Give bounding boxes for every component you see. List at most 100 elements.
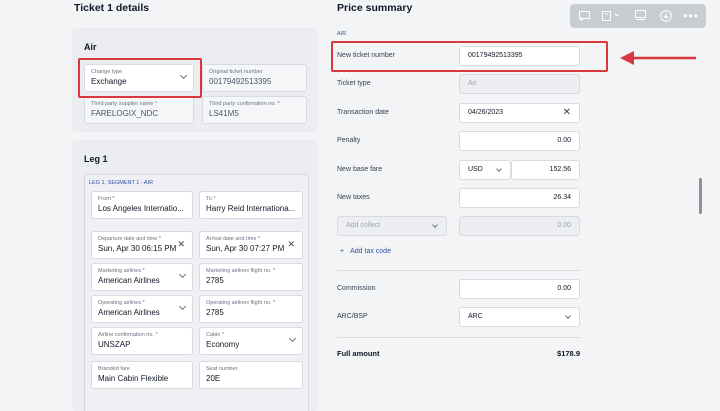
chevron-down-icon	[565, 313, 571, 319]
seat-number-value: 20E	[206, 374, 221, 383]
to-value: Harry Reid Internationa...	[206, 204, 296, 213]
divider	[337, 337, 580, 338]
to-label: To *	[206, 196, 216, 202]
ticket-details-title: Ticket 1 details	[74, 2, 150, 14]
panel-icon[interactable]	[630, 4, 650, 28]
operating-flight-field[interactable]: Operating airlines flight no. * 2785	[199, 295, 303, 323]
arrow-annotation-icon	[620, 51, 696, 65]
supplier-name-value: FARELOGIX_NDC	[91, 109, 159, 118]
branded-fare-value: Main Cabin Flexible	[98, 374, 169, 383]
air-card-title: Air	[84, 42, 97, 52]
arc-bsp-label: ARC/BSP	[337, 313, 368, 320]
transaction-date-label: Transaction date	[337, 109, 389, 116]
original-ticket-field[interactable]: Original ticket number 00179492513395	[202, 64, 307, 92]
airline-confirmation-field[interactable]: Airline confirmation no. * UNSZAP	[91, 327, 193, 355]
operating-airline-select[interactable]: Operating airlines * American Airlines	[91, 295, 193, 323]
operating-flight-label: Operating airlines flight no. *	[206, 300, 276, 306]
clear-icon[interactable]: ✕	[563, 107, 571, 118]
supplier-name-field[interactable]: Third party supplier name * FARELOGIX_ND…	[84, 96, 194, 124]
branded-fare-label: Branded fare	[98, 366, 130, 372]
arrival-value: Sun, Apr 30 07:27 PM	[206, 244, 285, 253]
add-collect-select[interactable]: Add collect	[337, 216, 447, 236]
ticket-type-label: Ticket type	[337, 80, 371, 87]
segment-label: LEG 1, SEGMENT 1 - AIR	[89, 180, 154, 186]
marketing-airline-label: Marketing airlines *	[98, 268, 145, 274]
penalty-input[interactable]: 0.00	[459, 131, 580, 151]
departure-field[interactable]: Departure date and time * Sun, Apr 30 06…	[91, 231, 193, 259]
base-fare-value: 152.56	[549, 166, 571, 173]
transaction-date-input[interactable]: 04/26/2023 ✕	[459, 103, 580, 123]
cabin-select[interactable]: Cabin * Economy	[199, 327, 303, 355]
cabin-value: Economy	[206, 340, 240, 349]
departure-value: Sun, Apr 30 06:15 PM	[98, 244, 177, 253]
currency-select[interactable]: USD	[459, 160, 511, 180]
airline-confirmation-label: Airline confirmation no. *	[98, 332, 158, 338]
penalty-value: 0.00	[557, 137, 571, 144]
leg-card-title: Leg 1	[84, 154, 108, 164]
taxes-value: 26.34	[553, 194, 571, 201]
comment-icon[interactable]	[574, 4, 594, 28]
seat-number-label: Seat number	[206, 366, 238, 372]
new-ticket-highlight	[331, 41, 608, 72]
penalty-label: Penalty	[337, 137, 361, 144]
add-collect-placeholder: Add collect	[346, 222, 381, 229]
commission-input[interactable]: 0.00	[459, 279, 580, 299]
ticket-type-value: Air	[468, 80, 477, 87]
original-ticket-value: 00179492513395	[209, 77, 272, 86]
clear-icon[interactable]: ✕	[177, 240, 185, 249]
base-fare-input[interactable]: 152.56	[511, 160, 580, 180]
arc-bsp-value: ARC	[468, 313, 483, 320]
taxes-label: New taxes	[337, 194, 370, 201]
commission-label: Commission	[337, 285, 376, 292]
operating-airline-label: Operating airlines *	[98, 300, 145, 306]
add-collect-input[interactable]: 0.00	[459, 216, 580, 236]
price-summary-title: Price summary	[337, 2, 413, 14]
chevron-down-icon	[496, 166, 502, 172]
to-field[interactable]: To * Harry Reid Internationa...	[199, 191, 303, 219]
original-ticket-label: Original ticket number	[209, 69, 263, 75]
marketing-airline-select[interactable]: Marketing airlines * American Airlines	[91, 263, 193, 291]
taxes-input[interactable]: 26.34	[459, 188, 580, 208]
change-type-highlight	[78, 58, 202, 98]
chevron-down-icon	[288, 334, 297, 343]
commission-value: 0.00	[557, 285, 571, 292]
add-tax-code-link[interactable]: + Add tax code	[340, 248, 391, 255]
arc-bsp-select[interactable]: ARC	[459, 307, 580, 327]
from-field[interactable]: From * Los Angeles Internatio...	[91, 191, 193, 219]
chevron-down-icon	[178, 302, 187, 311]
from-value: Los Angeles Internatio...	[98, 204, 184, 213]
scrollbar-thumb[interactable]	[699, 178, 702, 214]
confirmation-label: Third party confirmation no. *	[209, 101, 280, 107]
plus-icon: +	[340, 248, 345, 255]
marketing-flight-field[interactable]: Marketing airlines flight no. * 2785	[199, 263, 303, 291]
departure-label: Departure date and time *	[98, 236, 161, 242]
clear-icon[interactable]: ✕	[287, 240, 295, 249]
marketing-flight-value: 2785	[206, 276, 224, 285]
air-tag: AIR	[337, 31, 347, 37]
confirmation-value: LS41M5	[209, 109, 239, 118]
operating-flight-value: 2785	[206, 308, 224, 317]
add-collect-value: 0.00	[557, 222, 571, 229]
marketing-flight-label: Marketing airlines flight no. *	[206, 268, 276, 274]
ticket-type-input[interactable]: Air	[459, 74, 580, 94]
price-summary-panel: Price summary AIR New ticket number 0017…	[331, 0, 608, 411]
confirmation-field[interactable]: Third party confirmation no. * LS41M5	[202, 96, 307, 124]
marketing-airline-value: American Airlines	[98, 276, 160, 285]
full-amount-label: Full amount	[337, 349, 380, 358]
add-tax-code-label: Add tax code	[350, 248, 391, 255]
download-icon[interactable]	[656, 4, 676, 28]
ticket-details-panel: Ticket 1 details Air Change type Exchang…	[72, 0, 320, 411]
arrow-head	[620, 51, 634, 65]
more-icon[interactable]: •••	[680, 4, 702, 28]
full-amount-value: $178.9	[557, 349, 580, 358]
arrival-field[interactable]: Arrival date and time * Sun, Apr 30 07:2…	[199, 231, 303, 259]
arrival-label: Arrival date and time *	[206, 236, 261, 242]
chevron-down-icon	[432, 222, 438, 228]
base-fare-label: New base fare	[337, 166, 383, 173]
airline-confirmation-value: UNSZAP	[98, 340, 131, 349]
layout-icon[interactable]	[598, 4, 626, 28]
cabin-label: Cabin *	[206, 332, 225, 338]
branded-fare-field[interactable]: Branded fare Main Cabin Flexible	[91, 361, 193, 389]
seat-number-field[interactable]: Seat number 20E	[199, 361, 303, 389]
divider	[337, 270, 580, 271]
